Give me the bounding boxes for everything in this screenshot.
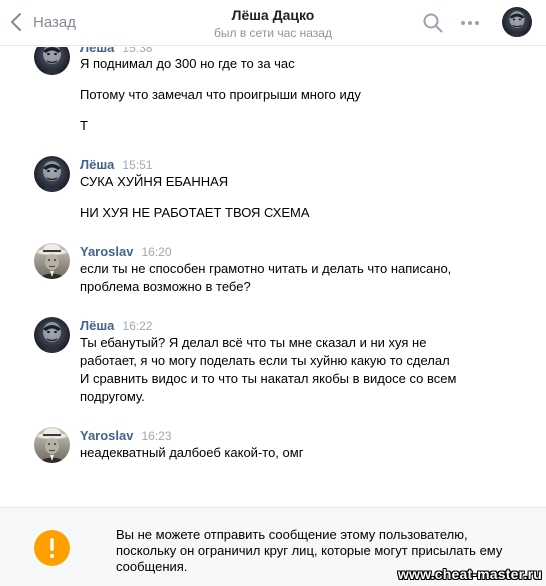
message-time[interactable]: 16:22 bbox=[122, 319, 152, 333]
chat-title-block[interactable]: Лёша Дацко был в сети час назад bbox=[150, 7, 396, 41]
avatar-lesha[interactable] bbox=[34, 156, 70, 192]
avatar-yaroslav[interactable] bbox=[34, 427, 70, 463]
author-name[interactable]: Yaroslav bbox=[80, 244, 134, 259]
exclamation-icon bbox=[34, 530, 70, 566]
message-meta: Yaroslav 16:20 bbox=[80, 243, 172, 259]
message-time[interactable]: 15:51 bbox=[122, 158, 152, 172]
chat-header: Назад Лёша Дацко был в сети час назад bbox=[0, 0, 546, 46]
author-name[interactable]: Лёша bbox=[80, 157, 114, 172]
author-name[interactable]: Yaroslav bbox=[80, 428, 134, 443]
message-text: подругому. bbox=[80, 389, 145, 404]
message-text: проблема возможно в тебе? bbox=[80, 279, 251, 294]
message-text: Т bbox=[80, 118, 88, 133]
message-meta: Лёша 15:38 bbox=[80, 47, 152, 55]
message-meta: Лёша 16:22 bbox=[80, 317, 152, 333]
avatar-image bbox=[34, 156, 70, 192]
message-text: НИ ХУЯ НЕ РАБОТАЕТ ТВОЯ СХЕМА bbox=[80, 205, 310, 220]
message-text: Ты ебанутый? Я делал всё что ты мне сказ… bbox=[80, 335, 427, 350]
avatar-lesha[interactable] bbox=[34, 47, 70, 75]
chat-title: Лёша Дацко bbox=[231, 7, 315, 23]
avatar-yaroslav[interactable] bbox=[34, 243, 70, 279]
message-text: Потому что замечал что проигрыши много и… bbox=[80, 87, 361, 102]
header-avatar[interactable] bbox=[502, 7, 532, 37]
online-status: был в сети час назад bbox=[214, 26, 332, 40]
message-history[interactable]: Лёша 15:38 Я поднимал до 300 но где то за… bbox=[0, 47, 546, 507]
avatar-image bbox=[34, 427, 70, 463]
message-text: И сравнить видос и то что ты накатал яко… bbox=[80, 371, 457, 386]
more-dots-icon[interactable] bbox=[459, 12, 481, 34]
avatar-lesha[interactable] bbox=[34, 317, 70, 353]
message-text: СУКА ХУЙНЯ ЕБАННАЯ bbox=[80, 174, 229, 189]
message-time[interactable]: 15:38 bbox=[122, 47, 152, 55]
message-text: Я поднимал до 300 но где то за час bbox=[80, 56, 295, 71]
message-time[interactable]: 16:23 bbox=[142, 429, 172, 443]
author-name[interactable]: Лёша bbox=[80, 47, 114, 55]
avatar-image bbox=[34, 317, 70, 353]
message-text: неадекватный далбоеб какой-то, омг bbox=[80, 445, 304, 460]
avatar-image bbox=[34, 243, 70, 279]
message-meta: Лёша 15:51 bbox=[80, 156, 152, 172]
chevron-left-icon bbox=[11, 13, 21, 31]
avatar-image bbox=[34, 47, 70, 75]
message-time[interactable]: 16:20 bbox=[142, 245, 172, 259]
back-label: Назад bbox=[33, 13, 76, 31]
back-button[interactable]: Назад bbox=[10, 10, 76, 34]
watermark: www.cheat-master.ru bbox=[397, 566, 542, 582]
author-name[interactable]: Лёша bbox=[80, 318, 114, 333]
message-text: работает, я чо могу поделать если ты хуй… bbox=[80, 353, 450, 368]
message-meta: Yaroslav 16:23 bbox=[80, 427, 172, 443]
search-icon[interactable] bbox=[422, 12, 444, 34]
message-text: если ты не способен грамотно читать и де… bbox=[80, 261, 452, 276]
